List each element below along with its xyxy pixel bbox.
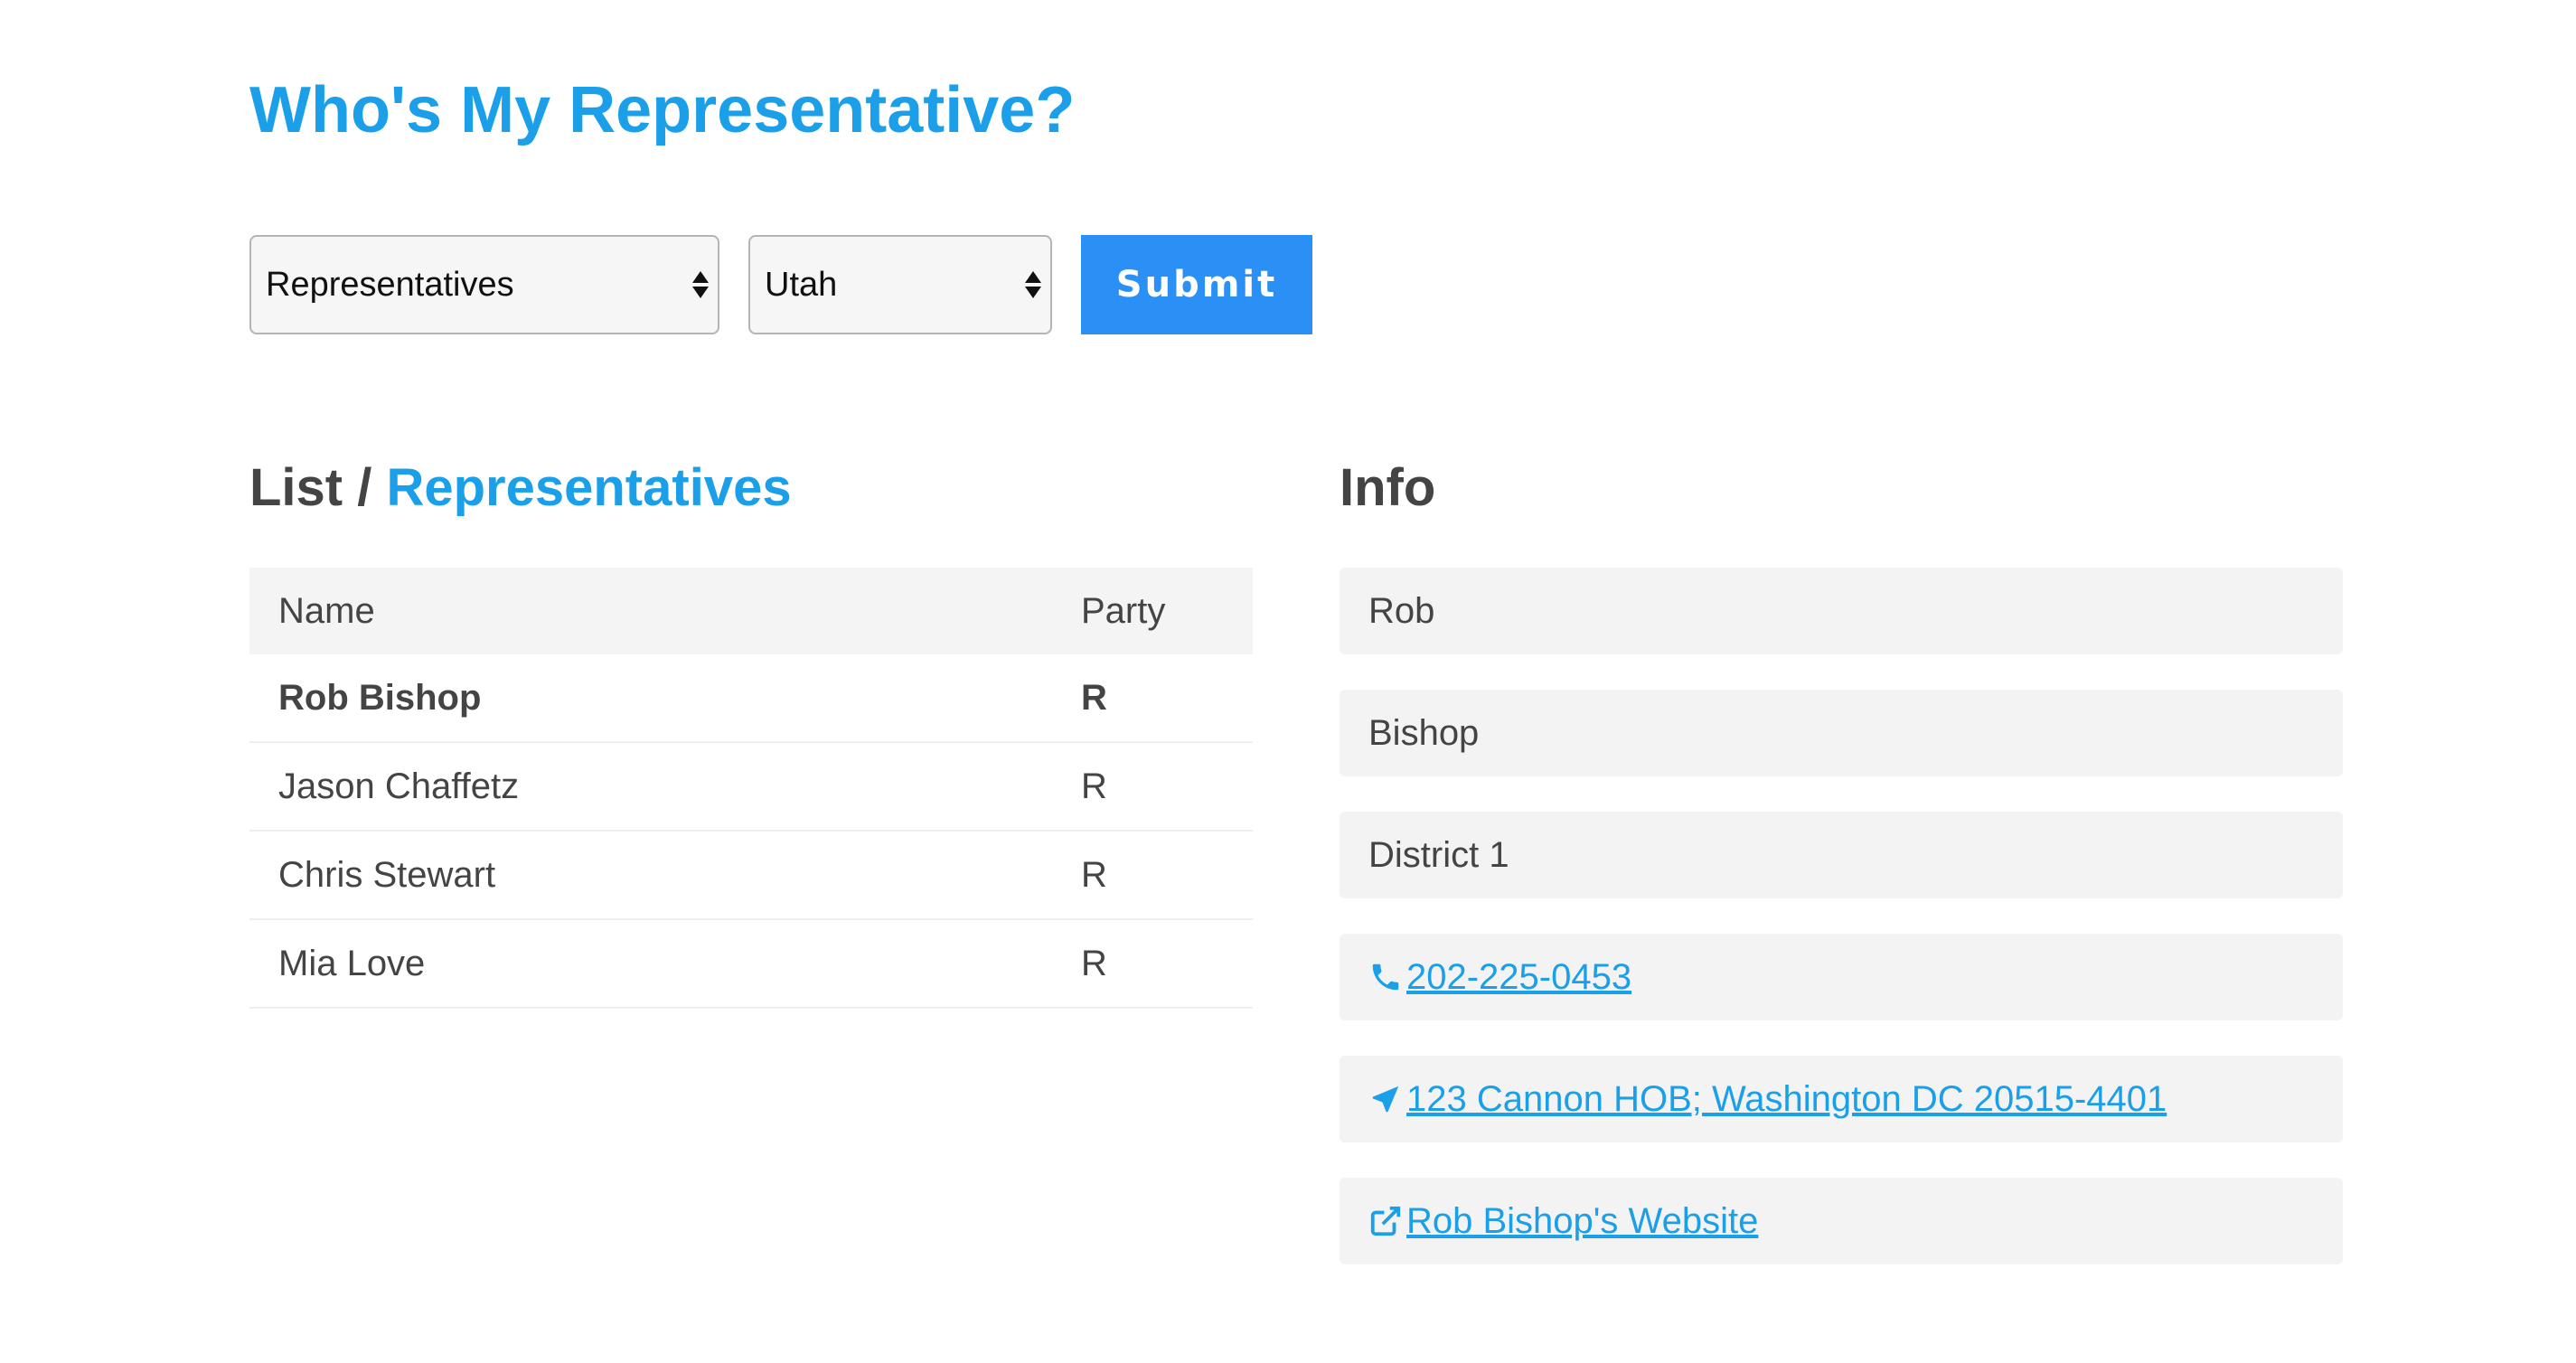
submit-button[interactable]: Submit xyxy=(1081,235,1312,334)
address-value: 123 Cannon HOB; Washington DC 20515-4401 xyxy=(1406,1078,2167,1119)
list-heading: List / Representatives xyxy=(249,452,792,524)
external-link-icon xyxy=(1370,1206,1401,1236)
first-name-value: Rob xyxy=(1368,590,1435,631)
info-panel: Rob Bishop District 1 202-225-0453 123 C… xyxy=(1340,568,2343,1300)
table-row[interactable]: Mia Love R xyxy=(249,919,1253,1009)
select-arrows-icon xyxy=(692,271,709,298)
address-link[interactable]: 123 Cannon HOB; Washington DC 20515-4401 xyxy=(1368,1079,2167,1120)
page-title: Who's My Representative? xyxy=(249,74,1076,146)
info-first-name: Rob xyxy=(1340,568,2343,654)
state-select-value: Utah xyxy=(765,265,838,304)
search-form: Representatives Utah Submit xyxy=(249,235,1312,334)
page: Who's My Representative? Representatives… xyxy=(0,0,2576,1363)
rep-name[interactable]: Chris Stewart xyxy=(249,831,1081,920)
phone-value: 202-225-0453 xyxy=(1406,956,1632,997)
info-last-name: Bishop xyxy=(1340,690,2343,776)
column-header-name: Name xyxy=(249,568,1081,654)
column-header-party: Party xyxy=(1081,568,1253,654)
table-row[interactable]: Chris Stewart R xyxy=(249,831,1253,920)
select-arrows-icon xyxy=(1025,271,1041,298)
table-row[interactable]: Jason Chaffetz R xyxy=(249,742,1253,832)
location-arrow-icon xyxy=(1372,1086,1399,1113)
representatives-table: Name Party Rob Bishop R Jason Chaffetz R… xyxy=(249,568,1253,1009)
phone-icon xyxy=(1372,964,1399,991)
info-address: 123 Cannon HOB; Washington DC 20515-4401 xyxy=(1340,1056,2343,1142)
rep-name[interactable]: Mia Love xyxy=(249,919,1081,1009)
last-name-value: Bishop xyxy=(1368,712,1480,753)
type-select[interactable]: Representatives xyxy=(249,235,719,334)
district-value: District 1 xyxy=(1368,834,1509,875)
website-link[interactable]: Rob Bishop's Website xyxy=(1368,1201,1758,1242)
rep-party: R xyxy=(1081,919,1253,1009)
type-select-value: Representatives xyxy=(266,265,514,304)
list-heading-type: Representatives xyxy=(386,458,792,517)
list-heading-prefix: List / xyxy=(249,458,372,517)
rep-party: R xyxy=(1081,654,1253,743)
info-phone: 202-225-0453 xyxy=(1340,934,2343,1020)
state-select[interactable]: Utah xyxy=(748,235,1052,334)
rep-party: R xyxy=(1081,831,1253,920)
phone-link[interactable]: 202-225-0453 xyxy=(1368,957,1631,998)
table-row[interactable]: Rob Bishop R xyxy=(249,654,1253,743)
info-website: Rob Bishop's Website xyxy=(1340,1178,2343,1264)
info-heading: Info xyxy=(1340,458,1436,517)
rep-name[interactable]: Rob Bishop xyxy=(249,654,1081,743)
table-header-row: Name Party xyxy=(249,568,1253,654)
rep-name[interactable]: Jason Chaffetz xyxy=(249,742,1081,832)
rep-party: R xyxy=(1081,742,1253,832)
info-district: District 1 xyxy=(1340,812,2343,898)
website-value: Rob Bishop's Website xyxy=(1406,1200,1759,1241)
